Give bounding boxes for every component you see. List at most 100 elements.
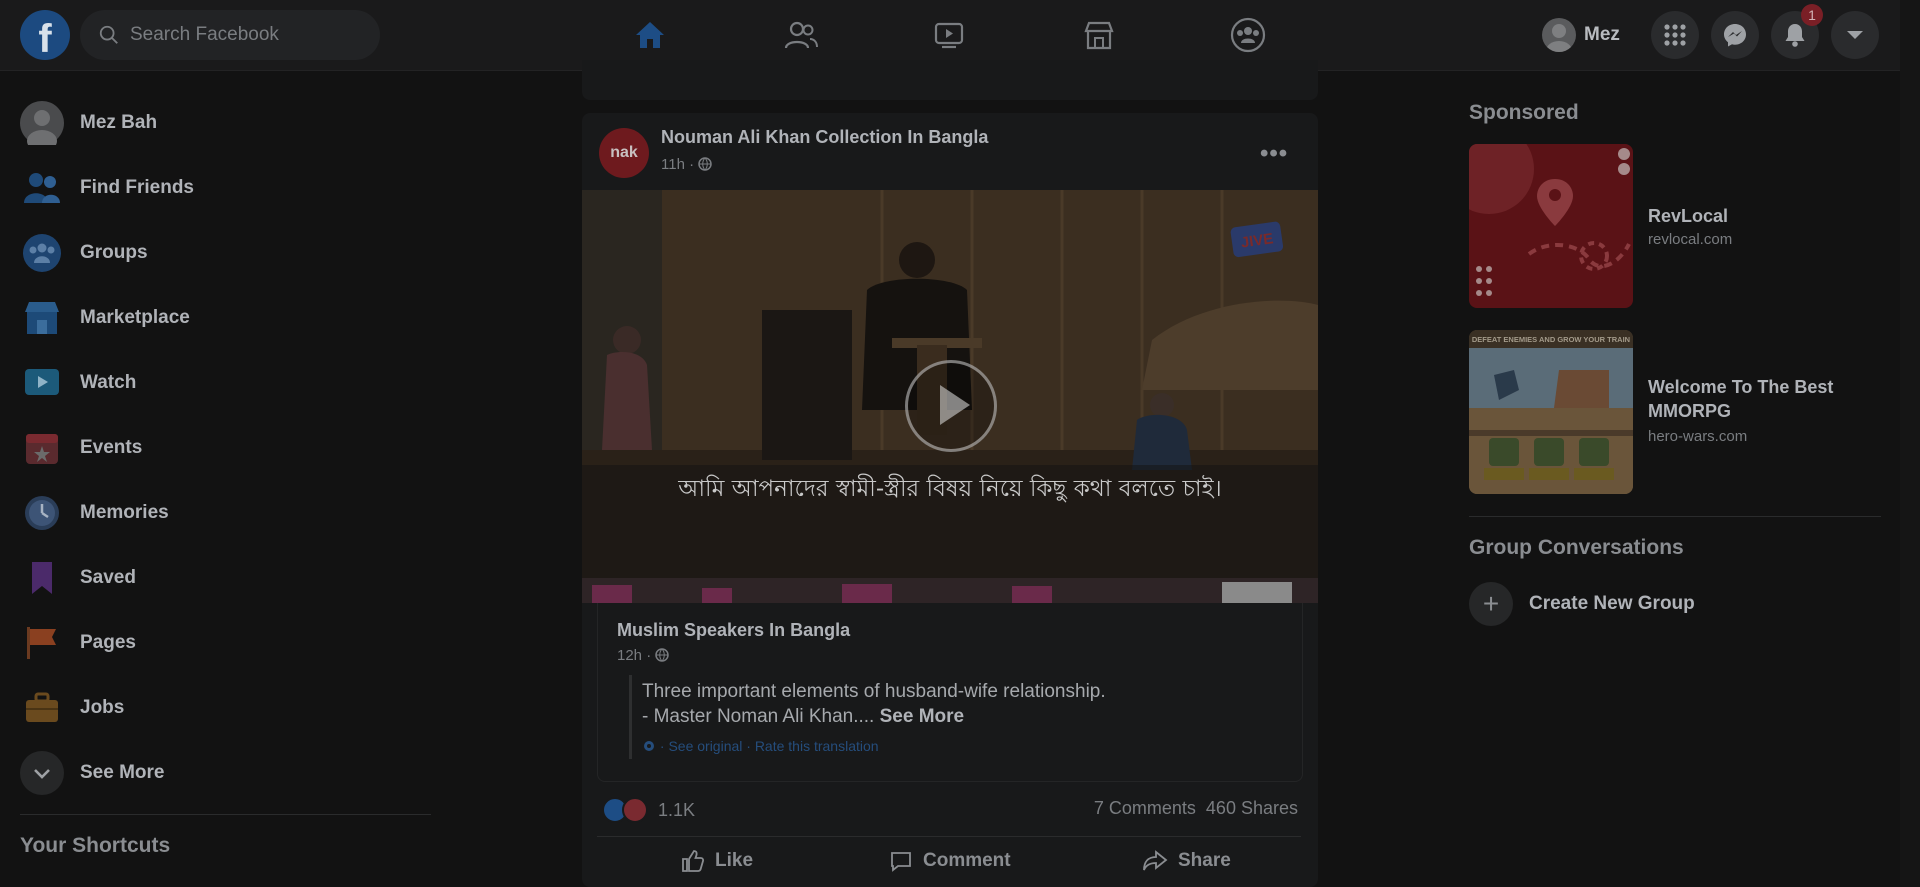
caret-down-icon [1847, 31, 1863, 39]
sidebar-item-find-friends[interactable]: Find Friends [20, 163, 194, 213]
watch-icon [934, 22, 964, 49]
see-more-link[interactable]: See More [880, 706, 964, 727]
share-button[interactable]: Share [1142, 846, 1231, 876]
chevron-down-icon [20, 751, 64, 795]
translation-links[interactable]: · See original · Rate this translation [642, 738, 879, 754]
notification-badge: 1 [1801, 4, 1823, 26]
video-subtitle: আমি আপনাদের স্বামী-স্ত্রীর বিষয় নিয়ে ক… [678, 476, 1222, 502]
shared-time-text: 12h · [617, 647, 652, 664]
comment-button[interactable]: Comment [889, 846, 1011, 876]
post-options-icon[interactable]: ••• [1260, 140, 1288, 168]
sidebar-item-events[interactable]: Events [20, 423, 142, 473]
ad-image-caption: DEFEAT ENEMIES AND GROW YOUR TRAIN [1472, 335, 1630, 344]
create-new-group-button[interactable]: + Create New Group [1469, 582, 1695, 626]
sidebar-item-groups[interactable]: Groups [20, 228, 148, 278]
sidebar-item-memories[interactable]: Memories [20, 488, 169, 538]
scrollbar[interactable] [1900, 0, 1920, 887]
share-icon [1143, 850, 1168, 871]
watch-icon [25, 369, 59, 395]
profile-name: Mez [1584, 24, 1620, 45]
sidebar-divider [20, 814, 431, 815]
sidebar-item-label: Groups [80, 242, 148, 263]
post-text: Three important elements of husband-wife… [642, 679, 1106, 729]
ad-image-hero-wars[interactable]: DEFEAT ENEMIES AND GROW YOUR TRAIN [1469, 330, 1633, 494]
engagement-counts: 7 Comments 460 Shares [1094, 798, 1298, 819]
gear-icon [644, 741, 654, 751]
bookmark-icon [32, 562, 52, 594]
tab-home[interactable] [582, 8, 718, 70]
shares-count[interactable]: 460 Shares [1206, 798, 1298, 818]
ad-image-revlocal[interactable] [1469, 144, 1633, 308]
flag-icon [27, 627, 56, 659]
sidebar-item-marketplace[interactable]: Marketplace [20, 293, 190, 343]
messenger-button[interactable] [1711, 11, 1759, 59]
groups-icon [1230, 17, 1266, 53]
bell-icon [1785, 24, 1805, 47]
reaction-summary[interactable]: 1.1K [602, 797, 695, 823]
sidebar-item-pages[interactable]: Pages [20, 618, 136, 668]
tab-friends[interactable] [733, 8, 869, 62]
post-author[interactable]: Nouman Ali Khan Collection In Bangla [661, 127, 988, 148]
facebook-logo-letter: f [38, 17, 52, 60]
sponsored-heading: Sponsored [1469, 101, 1579, 124]
right-rail-divider [1469, 516, 1881, 517]
sidebar-item-saved[interactable]: Saved [20, 553, 136, 603]
sidebar-item-label: See More [80, 762, 165, 783]
tab-marketplace[interactable] [1031, 8, 1167, 62]
sidebar-item-jobs[interactable]: Jobs [20, 683, 124, 733]
clock-icon [25, 496, 59, 530]
search-icon [99, 25, 118, 44]
account-menu-button[interactable] [1831, 11, 1879, 59]
comment-label: Comment [923, 850, 1011, 871]
play-button[interactable] [905, 360, 997, 452]
ad-title[interactable]: RevLocal [1648, 204, 1728, 228]
like-button[interactable]: Like [681, 846, 753, 876]
group-conversations-heading: Group Conversations [1469, 536, 1684, 559]
sidebar-item-label: Pages [80, 632, 136, 653]
sidebar-item-label: Memories [80, 502, 169, 523]
reaction-count: 1.1K [658, 799, 696, 820]
ad-url: revlocal.com [1648, 231, 1733, 248]
shared-post-timestamp[interactable]: 12h · [617, 647, 670, 664]
create-group-label: Create New Group [1529, 593, 1695, 614]
shared-post-author[interactable]: Muslim Speakers In Bangla [617, 620, 850, 641]
avatar [1542, 18, 1576, 52]
sidebar-item-label: Marketplace [80, 307, 190, 328]
grid-menu-icon [1664, 24, 1686, 46]
marketplace-icon [25, 302, 59, 334]
thumbs-up-icon [682, 850, 705, 872]
quote-bar [629, 675, 632, 759]
sidebar-item-label: Watch [80, 372, 137, 393]
comments-count[interactable]: 7 Comments [1094, 798, 1196, 818]
page-avatar[interactable]: nak [599, 128, 649, 178]
avatar [20, 101, 64, 145]
globe-icon [655, 648, 670, 662]
video-player[interactable]: JIVE আমি আপনাদের স্বামী-স্ত্রীর বিষয় নি… [582, 190, 1318, 603]
sidebar-item-label: Find Friends [80, 177, 194, 198]
calendar-icon [26, 434, 58, 464]
shortcuts-heading: Your Shortcuts [20, 834, 171, 857]
post-timestamp[interactable]: 11h · [661, 156, 712, 173]
translation-text[interactable]: · See original · Rate this translation [660, 738, 879, 754]
sidebar-item-label: Saved [80, 567, 136, 588]
actions-divider [597, 836, 1301, 837]
sidebar-item-watch[interactable]: Watch [20, 358, 136, 408]
tab-watch[interactable] [881, 8, 1017, 62]
home-icon [636, 22, 664, 48]
post-text-line-1: Three important elements of husband-wife… [642, 681, 1106, 702]
sidebar-item-profile[interactable]: Mez Bah [20, 98, 157, 148]
ad-url: hero-wars.com [1648, 428, 1748, 445]
search-bar[interactable] [80, 10, 380, 60]
facebook-logo[interactable]: f [20, 10, 70, 60]
sidebar-item-see-more[interactable]: See More [20, 748, 164, 798]
search-input[interactable] [128, 23, 372, 47]
tab-groups[interactable] [1180, 8, 1316, 62]
menu-button[interactable] [1651, 11, 1699, 59]
post-text-line-2: - Master Noman Ali Khan.... [642, 706, 875, 727]
profile-chip[interactable]: Mez [1542, 12, 1620, 58]
ad-title[interactable]: Welcome To The Best MMORPG [1648, 375, 1868, 423]
previous-post-card [582, 60, 1318, 100]
plus-icon: + [1469, 582, 1513, 626]
page-avatar-text: nak [610, 144, 638, 161]
sidebar-item-label: Events [80, 437, 143, 458]
